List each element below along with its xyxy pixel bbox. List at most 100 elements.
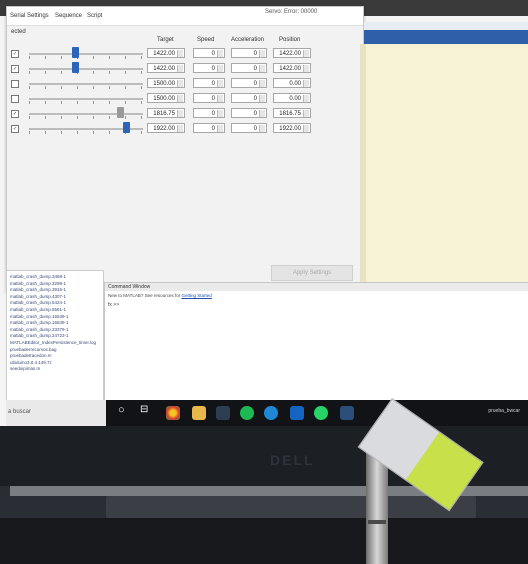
speed-input[interactable]: 0 [193,123,225,133]
file-list-item[interactable]: matlab_crash_dump.24723-1 [10,333,69,338]
file-list-item[interactable]: matlab_crash_dump.3916-1 [10,287,66,292]
apply-settings-button[interactable]: Apply Settings [271,265,353,281]
position-value: 1922.00 [273,123,311,133]
slider-thumb[interactable] [117,107,125,118]
target-input[interactable]: 1816.75 [147,108,185,118]
speed-input[interactable]: 0 [193,108,225,118]
channel-enable-checkbox[interactable]: ✓ [11,50,19,58]
slider-track[interactable] [29,53,143,55]
spinner-arrows-icon[interactable] [303,110,309,117]
spinner-arrows-icon[interactable] [303,50,309,57]
spinner-arrows-icon[interactable] [177,80,183,87]
slider-track[interactable] [29,98,143,100]
acceleration-input[interactable]: 0 [231,93,267,103]
laptop-base [0,518,528,564]
slider-track[interactable] [29,83,143,85]
background-window-bar [364,30,528,44]
matlab-icon[interactable] [340,406,354,420]
file-list-item[interactable]: matlab_crash_dump.5561-1 [10,307,66,312]
spinner-arrows-icon[interactable] [217,125,223,132]
spinner-arrows-icon[interactable] [177,65,183,72]
channel-enable-checkbox[interactable]: ✓ [11,125,19,133]
file-list-item[interactable]: matlab_crash_dump.16539-1 [10,314,69,319]
status-error-text: Servo: Error: 00000 [265,9,318,15]
spinner-arrows-icon[interactable] [303,80,309,87]
file-explorer-icon[interactable] [192,406,206,420]
file-list-item[interactable]: seedoipimas.m [10,366,40,371]
target-input[interactable]: 1422.00 [147,63,185,73]
channel-enable-checkbox[interactable]: ✓ [11,110,19,118]
slider-thumb[interactable] [71,47,79,58]
target-input[interactable]: 1500.00 [147,78,185,88]
file-list-item[interactable]: pruebadetracedon.m [10,353,52,358]
spinner-arrows-icon[interactable] [217,50,223,57]
notice-text: New to MATLAB? See resources for [108,293,181,298]
file-list-item[interactable]: pruebaderrecursos.bag [10,347,57,352]
target-input[interactable]: 1422.00 [147,48,185,58]
task-view-icon[interactable]: ⊟ [140,404,148,415]
whatsapp-icon[interactable] [314,406,328,420]
position-value: 1816.75 [273,108,311,118]
slider-ticks [29,86,143,89]
spinner-arrows-icon[interactable] [177,110,183,117]
slider-track[interactable] [29,68,143,70]
spinner-arrows-icon[interactable] [217,65,223,72]
spinner-arrows-icon[interactable] [259,80,265,87]
file-list-item[interactable]: matlab_crash_dump.23379-1 [10,327,69,332]
chrome-icon[interactable] [166,406,180,420]
file-list-item[interactable]: matlab_crash_dump.5424-1 [10,300,66,305]
getting-started-link[interactable]: Getting Started [181,293,211,298]
spotify-icon[interactable] [240,406,254,420]
slider-thumb[interactable] [122,122,130,133]
target-input[interactable]: 1500.00 [147,93,185,103]
spinner-arrows-icon[interactable] [303,65,309,72]
slider-ticks [29,56,143,59]
speed-input[interactable]: 0 [193,78,225,88]
spinner-arrows-icon[interactable] [217,80,223,87]
channel-enable-checkbox[interactable] [11,80,19,88]
target-input[interactable]: 1922.00 [147,123,185,133]
channel-enable-checkbox[interactable] [11,95,19,103]
menu-serial-settings[interactable]: Serial Settings [10,13,49,19]
outlook-icon[interactable] [290,406,304,420]
edge-icon[interactable] [264,406,278,420]
acceleration-input[interactable]: 0 [231,108,267,118]
menu-script[interactable]: Script [87,13,102,19]
acceleration-input[interactable]: 0 [231,48,267,58]
acceleration-input[interactable]: 0 [231,78,267,88]
spinner-arrows-icon[interactable] [177,95,183,102]
spinner-arrows-icon[interactable] [217,110,223,117]
command-window-notice: New to MATLAB? See resources for Getting… [108,293,212,298]
speed-input[interactable]: 0 [193,93,225,103]
slider-thumb[interactable] [71,62,79,73]
file-list-item[interactable]: ubiduino3.0.4.149.7z [10,360,52,365]
slider-track[interactable] [29,113,143,115]
spinner-arrows-icon[interactable] [217,95,223,102]
command-prompt[interactable]: fx >> [108,302,119,308]
speed-input[interactable]: 0 [193,63,225,73]
speed-input[interactable]: 0 [193,48,225,58]
acceleration-input[interactable]: 0 [231,63,267,73]
menu-sequence[interactable]: Sequence [55,13,82,19]
spinner-arrows-icon[interactable] [259,50,265,57]
taskbar-search-box[interactable]: a buscar [6,400,106,426]
file-list-item[interactable]: matlab_crash_dump.3468-1 [10,274,66,279]
file-list-item[interactable]: MATLABEditor_IndexPersistence_timer.log [10,340,96,345]
mail-icon[interactable] [216,406,230,420]
column-acceleration: Acceleration [231,37,265,43]
spinner-arrows-icon[interactable] [177,50,183,57]
acceleration-input[interactable]: 0 [231,123,267,133]
spinner-arrows-icon[interactable] [303,95,309,102]
start-circle-icon[interactable]: ○ [118,404,125,416]
spinner-arrows-icon[interactable] [177,125,183,132]
file-list-item[interactable]: matlab_crash_dump.3299-1 [10,281,66,286]
file-list-item[interactable]: matlab_crash_dump.4307-1 [10,294,66,299]
spinner-arrows-icon[interactable] [259,65,265,72]
file-list-item[interactable]: matlab_crash_dump.16639-1 [10,320,69,325]
spinner-arrows-icon[interactable] [259,110,265,117]
spinner-arrows-icon[interactable] [259,125,265,132]
channel-enable-checkbox[interactable]: ✓ [11,65,19,73]
spinner-arrows-icon[interactable] [259,95,265,102]
spinner-arrows-icon[interactable] [303,125,309,132]
position-value: 0.00 [273,93,311,103]
